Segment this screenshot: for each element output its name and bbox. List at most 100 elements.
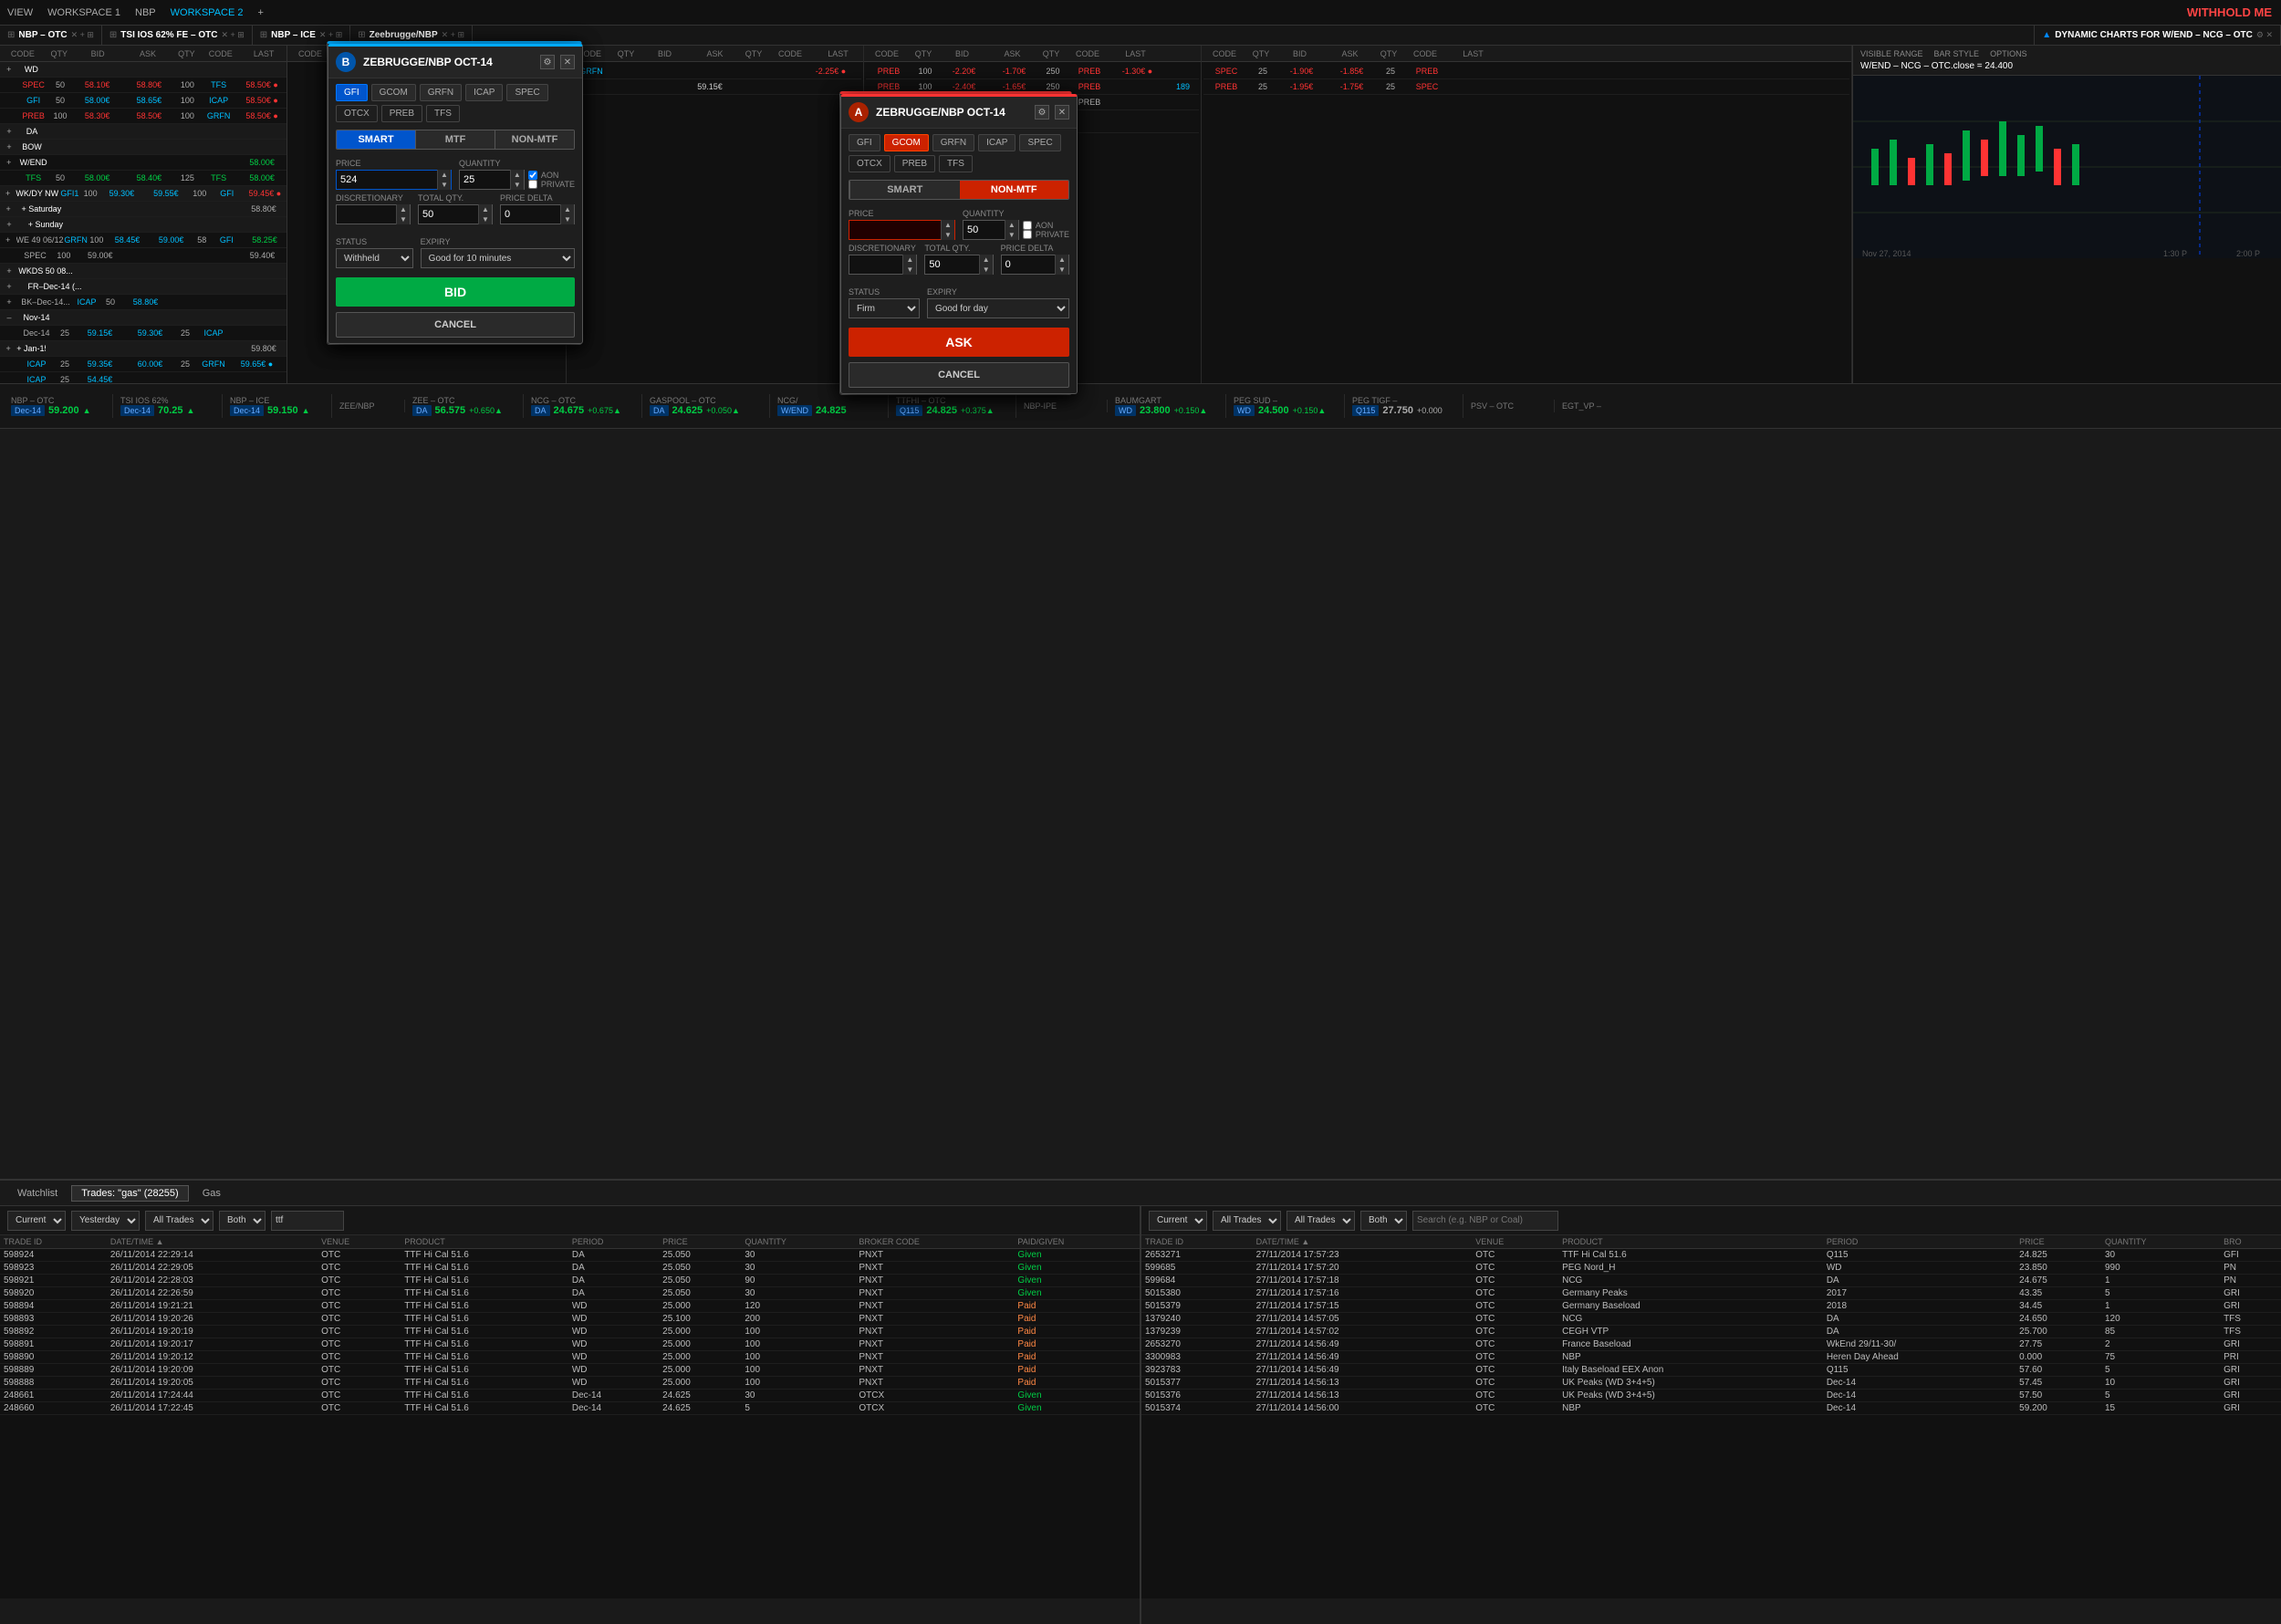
ask-aon-checkbox[interactable]	[1023, 221, 1032, 230]
right-filter-both[interactable]: Both	[1360, 1211, 1407, 1231]
right-filter-current[interactable]: Current	[1149, 1211, 1207, 1231]
ask-mode-nonmtf[interactable]: NON-MTF	[960, 181, 1069, 199]
workspace2-tab[interactable]: WORKSPACE 2	[171, 7, 244, 18]
bid-tab-otcx[interactable]: OTCX	[336, 105, 378, 122]
scroll-panel-zee-otc[interactable]: ZEE – OTC DA 56.575 +0.650▲	[405, 394, 524, 418]
market-row-da[interactable]: + DA	[0, 124, 286, 140]
bid-tab-grfn[interactable]: GRFN	[420, 84, 462, 101]
ask-expiry-select[interactable]: Good for day Good for 10 minutes Good ti…	[927, 298, 1069, 318]
bid-close-btn[interactable]: ✕	[560, 55, 575, 69]
ask-tab-icap[interactable]: ICAP	[978, 134, 1016, 151]
bid-price-up[interactable]: ▲	[438, 170, 451, 180]
scroll-panel-ncg2[interactable]: NCG/ W/END 24.825	[770, 394, 889, 418]
ask-status-select[interactable]: Firm Withheld Indicative	[849, 298, 920, 318]
market-row-dec14[interactable]: Dec-14 25 59.15€ 59.30€ 25 ICAP	[0, 326, 286, 341]
bar-style-btn[interactable]: BAR STYLE	[1934, 49, 1980, 58]
market-row-tfs1[interactable]: TFS 50 58.00€ 58.40€ 125 TFS 58.00€	[0, 171, 286, 186]
scroll-panel-nbpipe[interactable]: NBP-IPE	[1016, 400, 1108, 412]
scroll-panel-ttfhi[interactable]: TTFHI – OTC Q115 24.825 +0.375▲	[889, 394, 1016, 418]
bid-qty-down[interactable]: ▼	[511, 180, 524, 190]
ask-cancel-button[interactable]: CANCEL	[849, 362, 1069, 388]
left-trade-row[interactable]: 59888926/11/2014 19:20:09OTCTTF Hi Cal 5…	[0, 1364, 1140, 1377]
ask-tq-down[interactable]: ▼	[980, 265, 993, 275]
bid-mode-smart[interactable]: SMART	[337, 130, 415, 149]
right-trade-row[interactable]: 59968427/11/2014 17:57:18OTCNCGDA24.6751…	[1141, 1275, 2281, 1287]
bid-disc-input[interactable]	[337, 209, 396, 220]
bid-tab-icap[interactable]: ICAP	[465, 84, 503, 101]
right-trade-row[interactable]: 265327127/11/2014 17:57:23OTCTTF Hi Cal …	[1141, 1249, 2281, 1262]
bid-cancel-button[interactable]: CANCEL	[336, 312, 575, 338]
ask-tab-gcom[interactable]: GCOM	[884, 134, 929, 151]
market-row-q115[interactable]: ICAP 25 59.35€ 60.00€ 25 GRFN 59.65€ ●	[0, 357, 286, 372]
ask-tq-up[interactable]: ▲	[980, 255, 993, 265]
ask-gear-btn[interactable]: ⚙	[1035, 105, 1049, 120]
bid-pd-up[interactable]: ▲	[561, 204, 574, 214]
left-filter-both[interactable]: Both	[219, 1211, 266, 1231]
left-filter-alltrades[interactable]: All Trades	[145, 1211, 214, 1231]
ask-private-checkbox[interactable]	[1023, 230, 1032, 239]
right-filter-search[interactable]	[1412, 1211, 1558, 1231]
gas-tab[interactable]: Gas	[193, 1185, 231, 1202]
market-row-spec2[interactable]: SPEC 100 59.00€ 59.40€	[0, 248, 286, 264]
scroll-panel-tsi[interactable]: TSI IOS 62% Dec-14 70.25 ▲	[113, 394, 223, 418]
ask-tab-preb[interactable]: PREB	[894, 155, 935, 172]
scroll-panel-zee[interactable]: ZEE/NBP	[332, 400, 405, 412]
zee-row-preb[interactable]: PREB 100 -2.20€ -1.70€ 250 PREB -1.30€ ●	[866, 64, 1199, 79]
ask-tab-gfi[interactable]: GFI	[849, 134, 880, 151]
bid-mode-nonmtf[interactable]: NON-MTF	[495, 130, 574, 149]
watchlist-tab[interactable]: Watchlist	[7, 1185, 68, 1202]
bid-tab-tfs[interactable]: TFS	[426, 105, 460, 122]
left-trade-row[interactable]: 59892326/11/2014 22:29:05OTCTTF Hi Cal 5…	[0, 1262, 1140, 1275]
market-row-q115b[interactable]: ICAP 25 54.45€	[0, 372, 286, 383]
bid-gear-btn[interactable]: ⚙	[540, 55, 555, 69]
right-filter-alltrades2[interactable]: All Trades	[1286, 1211, 1355, 1231]
market-row-sun[interactable]: + + Sunday	[0, 217, 286, 233]
scroll-panel-baumgart[interactable]: BAUMGART WD 23.800 +0.150▲	[1108, 394, 1226, 418]
left-trade-row[interactable]: 59888826/11/2014 19:20:05OTCTTF Hi Cal 5…	[0, 1377, 1140, 1390]
ask-pd-up[interactable]: ▲	[1056, 255, 1068, 265]
market-row-wkdy[interactable]: + WK/DY NW GFI1 100 59.30€ 59.55€ 100 GF…	[0, 186, 286, 202]
ice-row-preb[interactable]: 59.15€	[568, 79, 861, 95]
scroll-panel-psv[interactable]: PSV – OTC	[1463, 400, 1555, 412]
left-filter-yesterday[interactable]: Yesterday	[71, 1211, 140, 1231]
left-trade-row[interactable]: 59889426/11/2014 19:21:21OTCTTF Hi Cal 5…	[0, 1300, 1140, 1313]
ask-tab-otcx[interactable]: OTCX	[849, 155, 891, 172]
left-trade-row[interactable]: 59892126/11/2014 22:28:03OTCTTF Hi Cal 5…	[0, 1275, 1140, 1287]
ice-row-grfn[interactable]: GRFN -2.25€ ●	[568, 64, 861, 79]
right-trade-row[interactable]: 501537627/11/2014 14:56:13OTCUK Peaks (W…	[1141, 1390, 2281, 1402]
right-trade-row[interactable]: 501538027/11/2014 17:57:16OTCGermany Pea…	[1141, 1287, 2281, 1300]
trades-tab[interactable]: Trades: "gas" (28255)	[71, 1185, 188, 1202]
ask-totalqty-input[interactable]	[925, 259, 978, 270]
market-row-spec1[interactable]: SPEC 50 58.10€ 58.80€ 100 TFS 58.50€ ●	[0, 78, 286, 93]
scroll-panel-nbp-ice[interactable]: NBP – ICE Dec-14 59.150 ▲	[223, 394, 332, 418]
ask-tab-tfs[interactable]: TFS	[939, 155, 973, 172]
workspace1-tab[interactable]: WORKSPACE 1	[47, 7, 120, 18]
market-row-bk-dec14[interactable]: + BK–Dec-14... ICAP 50 58.80€	[0, 295, 286, 310]
scroll-panel-nbp-otc[interactable]: NBP – OTC Dec-14 59.200 ▲	[4, 394, 113, 418]
ask-pricedelta-input[interactable]	[1002, 259, 1055, 270]
ask-close-btn[interactable]: ✕	[1055, 105, 1069, 120]
right-trade-row[interactable]: 330098327/11/2014 14:56:49OTCNBPHeren Da…	[1141, 1351, 2281, 1364]
ask-qty-input[interactable]	[963, 224, 1005, 235]
left-trade-row[interactable]: 24866026/11/2014 17:22:45OTCTTF Hi Cal 5…	[0, 1402, 1140, 1415]
right-trade-row[interactable]: 59968527/11/2014 17:57:20OTCPEG Nord_HWD…	[1141, 1262, 2281, 1275]
market-row-preb1[interactable]: PREB 100 58.30€ 58.50€ 100 GRFN 58.50€ ●	[0, 109, 286, 124]
market-row-wend[interactable]: + W/END 58.00€	[0, 155, 286, 171]
ask-tab-grfn[interactable]: GRFN	[932, 134, 974, 151]
left-trade-row[interactable]: 24866126/11/2014 17:24:44OTCTTF Hi Cal 5…	[0, 1390, 1140, 1402]
bid-price-input[interactable]	[337, 174, 437, 185]
bid-qty-up[interactable]: ▲	[511, 170, 524, 180]
right-trade-row[interactable]: 501537727/11/2014 14:56:13OTCUK Peaks (W…	[1141, 1377, 2281, 1390]
market-row-jan15[interactable]: + + Jan-15 59.80€	[0, 341, 286, 357]
bid-tq-down[interactable]: ▼	[479, 214, 492, 224]
empty-row-spec[interactable]: SPEC 25 -1.90€ -1.85€ 25 PREB	[1203, 64, 1849, 79]
left-trade-row[interactable]: 59889126/11/2014 19:20:17OTCTTF Hi Cal 5…	[0, 1338, 1140, 1351]
right-trade-row[interactable]: 137923927/11/2014 14:57:02OTCCEGH VTPDA2…	[1141, 1326, 2281, 1338]
bid-totalqty-input[interactable]	[419, 209, 478, 220]
visible-range-btn[interactable]: VISIBLE RANGE	[1860, 49, 1923, 58]
bid-tq-up[interactable]: ▲	[479, 204, 492, 214]
market-row-wkds50[interactable]: + WKDS 50 08...	[0, 264, 286, 279]
right-trade-row[interactable]: 501537427/11/2014 14:56:00OTCNBPDec-1459…	[1141, 1402, 2281, 1415]
bid-tab-gcom[interactable]: GCOM	[371, 84, 416, 101]
scroll-panel-egtvp[interactable]: EGT_VP –	[1555, 400, 1646, 412]
